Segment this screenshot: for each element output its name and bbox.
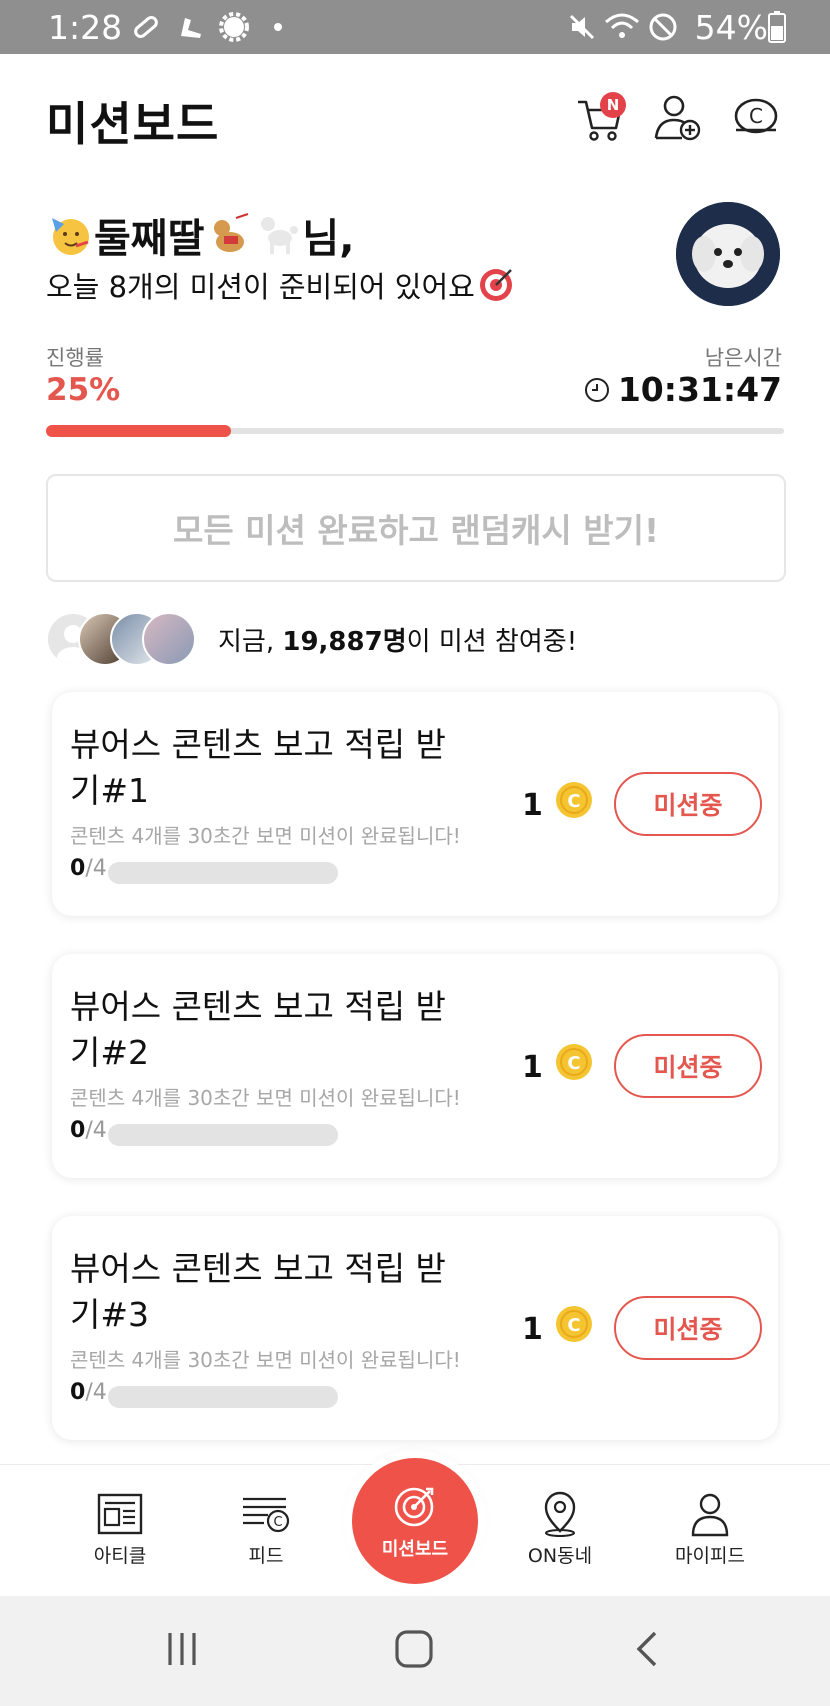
coin-icon: C <box>556 1306 592 1342</box>
home-icon <box>395 1630 433 1668</box>
do-not-disturb-icon <box>644 10 682 44</box>
battery-icon <box>764 10 790 44</box>
system-nav-bar <box>0 1596 830 1706</box>
mission-count: 0/4 <box>70 856 107 881</box>
svg-text:C: C <box>749 104 763 128</box>
feed-icon: C <box>243 1497 290 1533</box>
greeting-message: 오늘 8개의 미션이 준비되어 있어요 <box>46 270 475 304</box>
svg-text:C: C <box>567 1315 580 1336</box>
coin-icon: C <box>556 1044 592 1080</box>
dog-photo-icon <box>676 202 780 306</box>
mission-count-current: 0 <box>70 856 86 881</box>
target-emoji-icon <box>479 269 512 301</box>
timer: 10:31:47 <box>584 370 782 409</box>
progress-fill <box>46 425 231 437</box>
participants-text: 지금, 19,887명이 미션 참여중! <box>218 621 577 658</box>
mission-count: 0/4 <box>70 1380 107 1405</box>
status-time: 1:28 <box>48 8 123 47</box>
nav-on-neighborhood[interactable]: ON동네 <box>500 1491 620 1568</box>
coin-icon: C <box>556 782 592 818</box>
article-icon <box>97 1493 143 1535</box>
mission-description: 콘텐츠 4개를 30초간 보면 미션이 완료됩니다! <box>70 824 461 848</box>
mission-description: 콘텐츠 4개를 30초간 보면 미션이 완료됩니다! <box>70 1086 461 1110</box>
page-title: 미션보드 <box>46 97 220 151</box>
coin-history-button[interactable]: C <box>728 90 784 146</box>
back-button[interactable] <box>618 1624 678 1674</box>
mission-progress-bar <box>108 1124 338 1146</box>
wifi-icon <box>602 10 642 44</box>
mission-reward: 1 <box>522 1050 543 1085</box>
mission-title: 뷰어스 콘텐츠 보고 적립 받기#3 <box>70 1249 446 1334</box>
participant-avatar <box>142 612 196 666</box>
back-chevron-icon <box>636 1631 657 1667</box>
mission-description: 콘텐츠 4개를 30초간 보면 미션이 완료됩니다! <box>70 1348 461 1372</box>
mission-reward: 1 <box>522 788 543 823</box>
user-name: 둘째딸 <box>94 216 205 262</box>
nav-feed-label: 피드 <box>248 1545 284 1567</box>
home-button[interactable] <box>384 1624 444 1674</box>
mission-count-current: 0 <box>70 1380 86 1405</box>
profile-avatar[interactable] <box>676 202 780 306</box>
gear-icon <box>216 10 252 44</box>
mission-count-current: 0 <box>70 1118 86 1143</box>
mission-count: 0/4 <box>70 1118 107 1143</box>
dot-icon <box>270 10 286 44</box>
progress-value: 25% <box>46 372 121 408</box>
nav-feed[interactable]: C 피드 <box>206 1491 326 1568</box>
coin-icon: C <box>734 98 778 134</box>
greeting-name-line: 둘째딸 님, <box>46 206 354 264</box>
progress-label: 진행률 <box>46 346 104 370</box>
participants-prefix: 지금, <box>218 626 283 657</box>
clock-icon <box>584 377 609 402</box>
mission-reward: 1 <box>522 1312 543 1347</box>
party-face-icon <box>52 218 89 255</box>
user-name-suffix: 님, <box>302 216 355 262</box>
nav-my-feed-label: 마이피드 <box>675 1545 745 1567</box>
mission-title: 뷰어스 콘텐츠 보고 적립 받기#2 <box>70 987 446 1072</box>
mission-progress-bar <box>108 862 338 884</box>
add-friend-button[interactable] <box>650 90 706 146</box>
timer-value: 10:31:47 <box>617 370 782 409</box>
svg-text:C: C <box>567 1053 580 1074</box>
mission-status-button[interactable]: 미션중 <box>614 1296 762 1360</box>
svg-text:C: C <box>567 791 580 812</box>
dog-icon <box>214 213 249 252</box>
target-icon <box>394 1487 434 1527</box>
cart-badge: N <box>600 92 626 118</box>
poodle-icon <box>261 217 299 254</box>
mute-icon <box>564 10 600 44</box>
mission-count-total: /4 <box>85 1380 107 1405</box>
nav-article[interactable]: 아티클 <box>60 1491 180 1568</box>
recent-apps-icon <box>168 1633 196 1665</box>
mission-count-total: /4 <box>85 1118 107 1143</box>
mission-count-total: /4 <box>85 856 107 881</box>
greeting-message-line: 오늘 8개의 미션이 준비되어 있어요 <box>46 264 515 306</box>
nav-article-label: 아티클 <box>93 1545 147 1567</box>
mission-progress-bar <box>108 1386 338 1408</box>
timer-label: 남은시간 <box>704 346 782 370</box>
participants-row: 지금, 19,887명이 미션 참여중! <box>46 612 577 666</box>
mission-card[interactable]: 뷰어스 콘텐츠 보고 적립 받기#1 콘텐츠 4개를 30초간 보면 미션이 완… <box>52 692 778 916</box>
svg-text:C: C <box>273 1515 282 1530</box>
location-pin-icon <box>544 1491 576 1537</box>
claim-random-cash-button[interactable]: 모든 미션 완료하고 랜덤캐시 받기! <box>46 474 786 582</box>
mission-card[interactable]: 뷰어스 콘텐츠 보고 적립 받기#2 콘텐츠 4개를 30초간 보면 미션이 완… <box>52 954 778 1178</box>
battery-percent: 54% <box>694 8 768 47</box>
participants-count: 19,887명 <box>282 626 407 657</box>
shoe-icon <box>172 10 208 44</box>
nav-missionboard[interactable]: 미션보드 <box>352 1458 478 1584</box>
pill-icon <box>128 10 164 44</box>
mission-title: 뷰어스 콘텐츠 보고 적립 받기#1 <box>70 725 446 810</box>
nav-on-neighborhood-label: ON동네 <box>527 1545 593 1567</box>
nav-missionboard-label: 미션보드 <box>381 1539 449 1560</box>
user-icon <box>691 1493 729 1537</box>
status-bar: 1:28 54% <box>0 0 830 54</box>
nav-my-feed[interactable]: 마이피드 <box>650 1491 770 1568</box>
mission-status-button[interactable]: 미션중 <box>614 772 762 836</box>
mission-status-button[interactable]: 미션중 <box>614 1034 762 1098</box>
mission-card[interactable]: 뷰어스 콘텐츠 보고 적립 받기#3 콘텐츠 4개를 30초간 보면 미션이 완… <box>52 1216 778 1440</box>
participants-suffix: 이 미션 참여중! <box>406 626 578 657</box>
recent-apps-button[interactable] <box>152 1624 212 1674</box>
add-user-icon <box>654 95 701 141</box>
